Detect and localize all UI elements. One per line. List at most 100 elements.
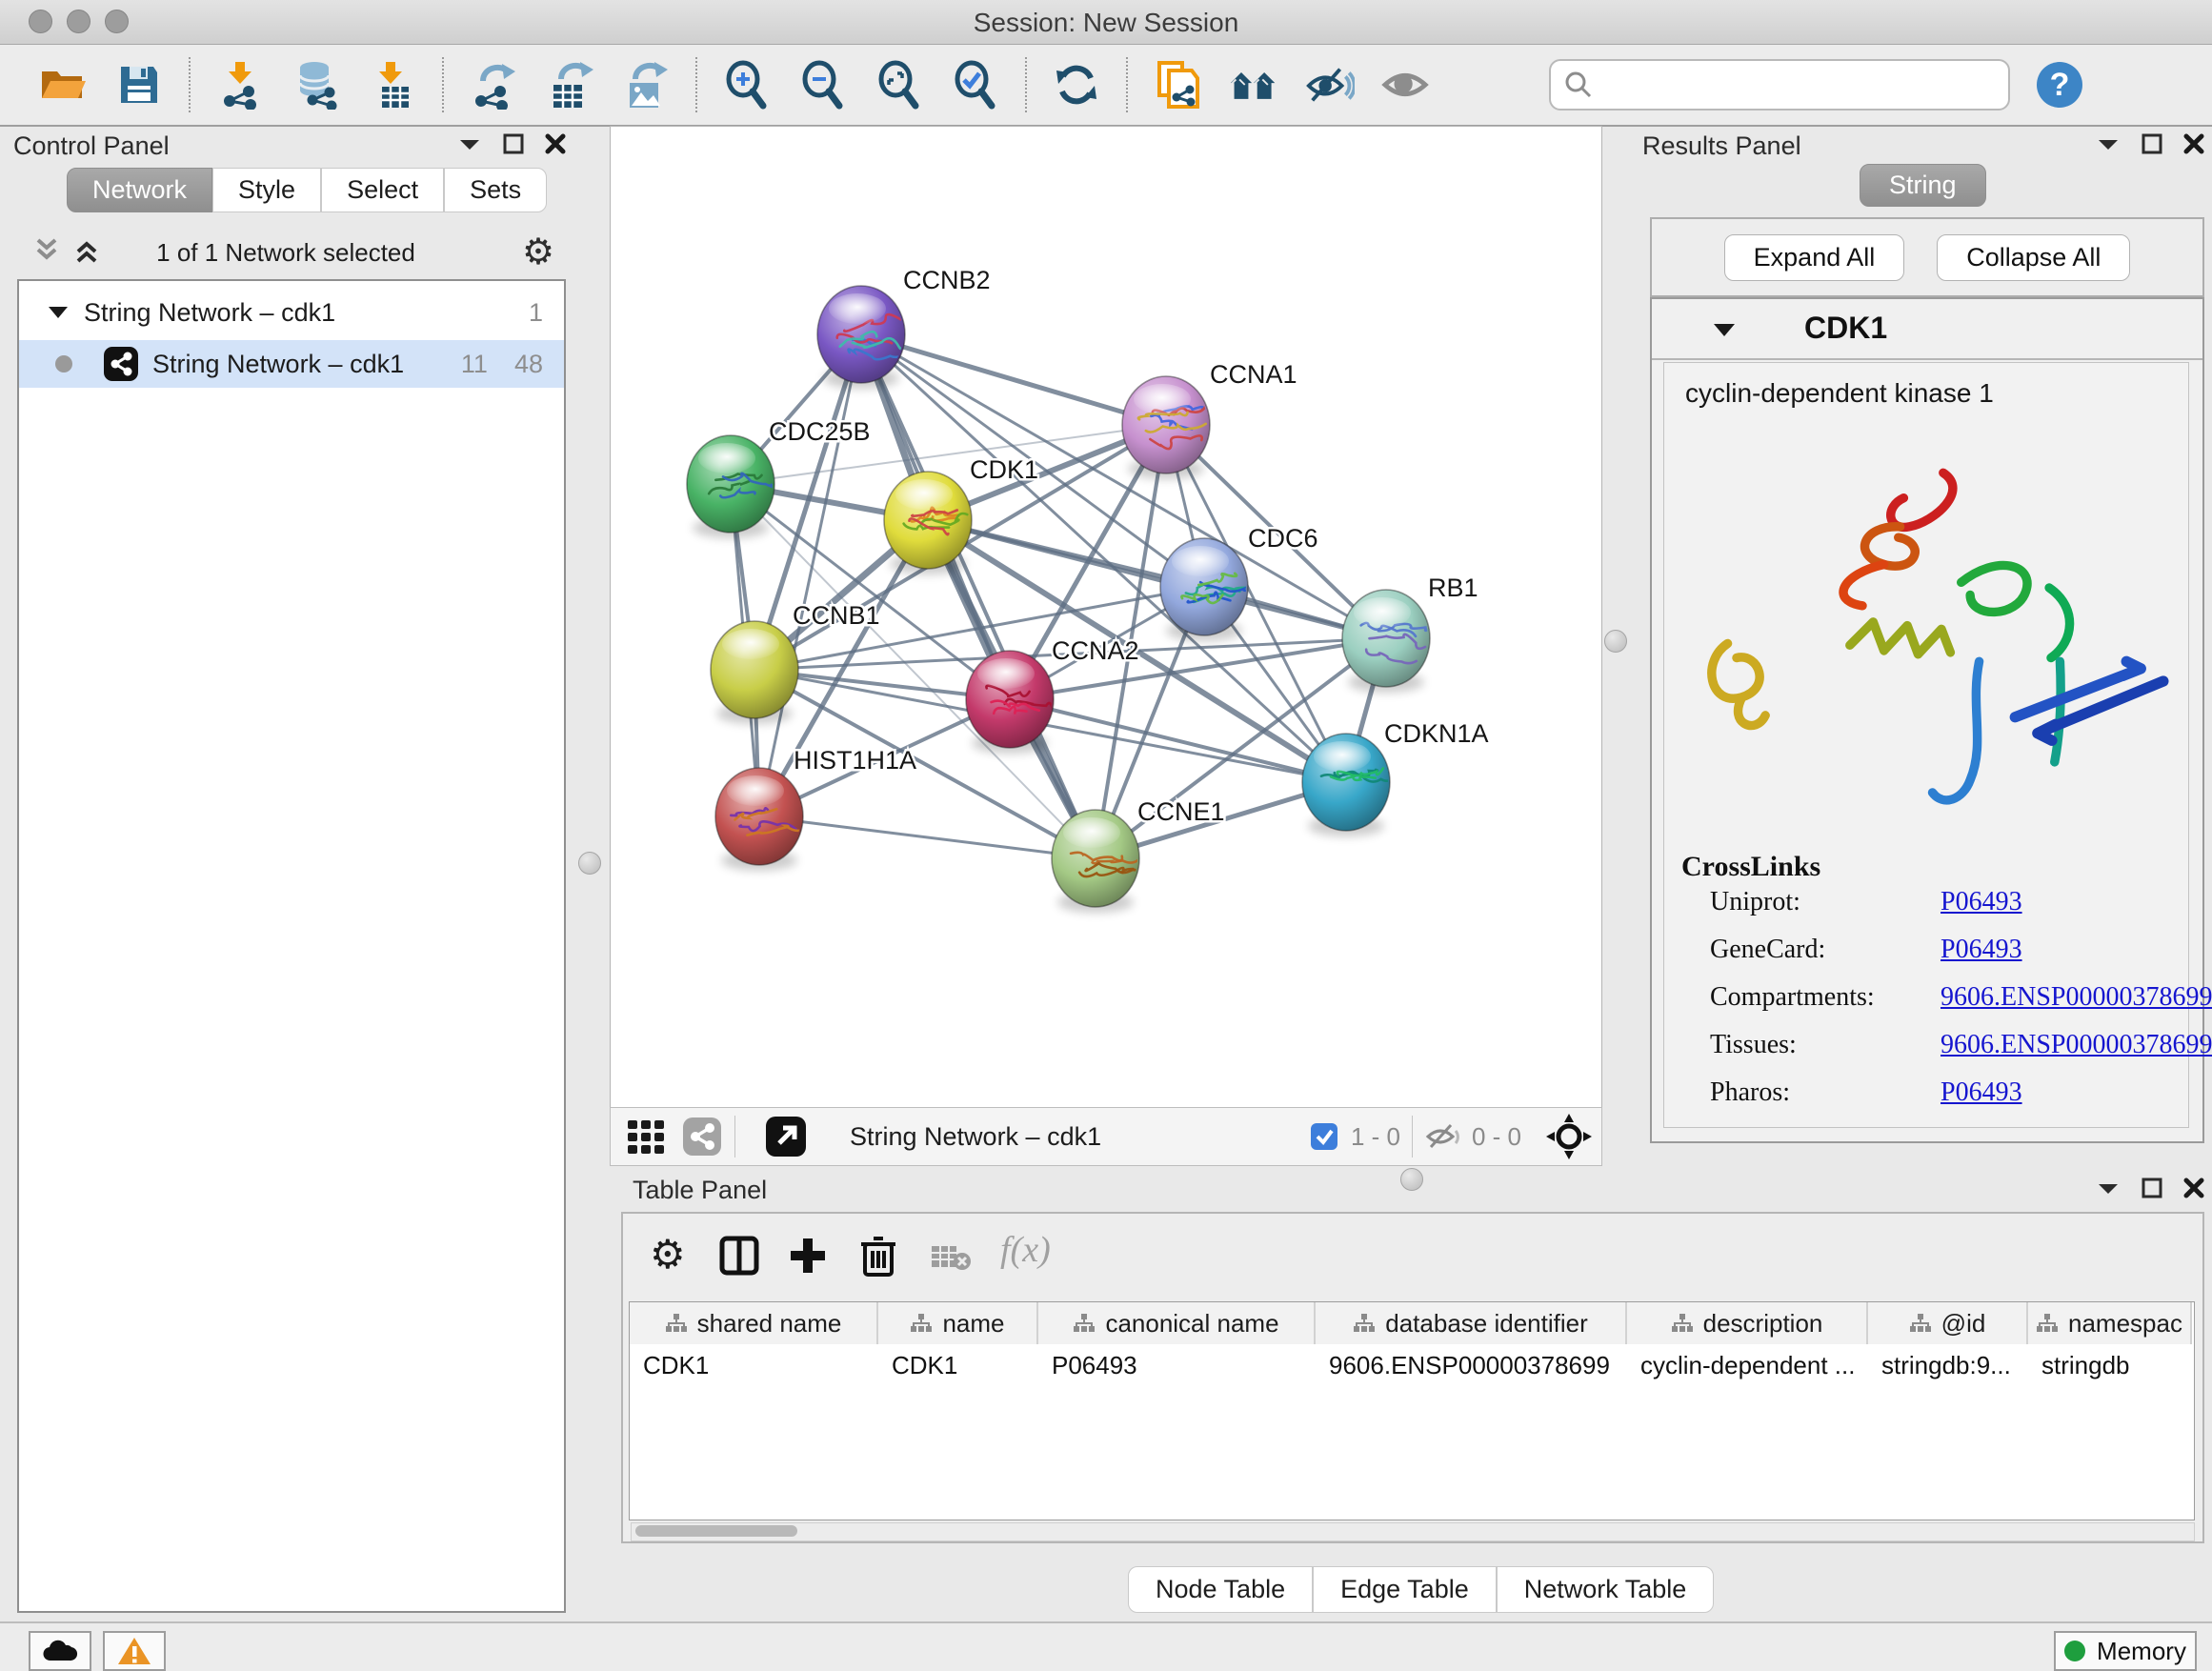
hide-selected-button[interactable] xyxy=(1305,60,1355,110)
table-cell[interactable]: P06493 xyxy=(1038,1346,1316,1384)
network-snapshot-button[interactable] xyxy=(1153,60,1202,110)
import-network-database-button[interactable] xyxy=(292,60,341,110)
network-node[interactable]: CCNA2 xyxy=(966,636,1139,754)
tab-string[interactable]: String xyxy=(1860,164,1986,207)
export-table-button[interactable] xyxy=(545,60,594,110)
column-header[interactable]: canonical name xyxy=(1038,1302,1316,1344)
crosslink-value-link[interactable]: P06493 xyxy=(1941,935,2022,965)
cloud-status-button[interactable] xyxy=(29,1631,91,1671)
tree-expand-icon[interactable] xyxy=(46,303,70,322)
tab-select[interactable]: Select xyxy=(321,168,444,212)
expand-all-button[interactable]: Expand All xyxy=(1724,234,1905,281)
export-network-button[interactable] xyxy=(469,60,518,110)
import-network-file-button[interactable] xyxy=(215,60,265,110)
tab-network-table[interactable]: Network Table xyxy=(1497,1566,1715,1613)
network-options-gear-icon[interactable]: ⚙ xyxy=(522,231,554,273)
close-panel-icon[interactable] xyxy=(2183,1178,2204,1198)
selected-checkbox-icon[interactable] xyxy=(1309,1121,1339,1152)
close-panel-icon[interactable] xyxy=(2183,133,2204,154)
float-panel-icon[interactable] xyxy=(2142,1178,2162,1198)
network-collection-row[interactable]: String Network – cdk1 1 xyxy=(19,289,564,336)
tab-edge-table[interactable]: Edge Table xyxy=(1313,1566,1497,1613)
network-graph[interactable]: CCNB2CCNA1CDC25BCDK1CDC6RB1CCNB1CCNA2CDK… xyxy=(611,127,1601,1108)
close-panel-icon[interactable] xyxy=(545,133,566,154)
collapse-panel-icon[interactable] xyxy=(2096,1179,2121,1197)
float-panel-icon[interactable] xyxy=(503,133,524,154)
tab-network[interactable]: Network xyxy=(67,168,212,212)
column-header[interactable]: name xyxy=(878,1302,1038,1344)
export-image-button[interactable] xyxy=(621,60,671,110)
collapse-all-networks-button[interactable] xyxy=(32,236,61,270)
select-columns-icon[interactable] xyxy=(718,1235,760,1277)
crosslink-value-link[interactable]: P06493 xyxy=(1941,887,2022,917)
column-header[interactable]: description xyxy=(1627,1302,1868,1344)
collapse-panel-icon[interactable] xyxy=(2096,135,2121,152)
left-splitter-handle[interactable] xyxy=(578,852,601,875)
table-cell[interactable]: 9606.ENSP00000378699 xyxy=(1316,1346,1627,1384)
column-header[interactable]: shared name xyxy=(630,1302,878,1344)
network-edge[interactable] xyxy=(759,334,861,816)
table-cell[interactable]: CDK1 xyxy=(878,1346,1038,1384)
search-field[interactable] xyxy=(1549,59,2010,111)
network-node[interactable]: CCNA1 xyxy=(1122,360,1297,479)
table-gear-icon[interactable]: ⚙ xyxy=(650,1231,686,1278)
results-entry-header[interactable]: CDK1 xyxy=(1652,299,2202,360)
hidden-eye-slash-icon[interactable] xyxy=(1424,1121,1462,1152)
network-node[interactable]: CDC6 xyxy=(1160,524,1318,641)
horizontal-scrollbar[interactable] xyxy=(631,1522,2195,1541)
network-node[interactable]: CCNB2 xyxy=(817,266,991,389)
table-cell[interactable]: CDK1 xyxy=(630,1346,878,1384)
import-table-file-button[interactable] xyxy=(368,60,417,110)
string-view-icon[interactable] xyxy=(681,1116,723,1158)
crosslink-value-link[interactable]: P06493 xyxy=(1941,1077,2022,1108)
column-header[interactable]: namespac xyxy=(2028,1302,2192,1344)
column-header[interactable]: database identifier xyxy=(1316,1302,1627,1344)
add-column-icon[interactable] xyxy=(787,1235,829,1277)
network-edge[interactable] xyxy=(759,816,1096,858)
tab-node-table[interactable]: Node Table xyxy=(1128,1566,1313,1613)
zoom-selected-button[interactable] xyxy=(951,60,1000,110)
node-table[interactable]: shared namenamecanonical namedatabase id… xyxy=(629,1301,2195,1520)
horizontal-splitter-handle[interactable] xyxy=(1400,1168,1423,1191)
column-header[interactable]: @id xyxy=(1868,1302,2028,1344)
delete-table-icon[interactable] xyxy=(930,1242,974,1273)
birdseye-crosshair-icon[interactable] xyxy=(1546,1114,1592,1159)
crosslink-value-link[interactable]: 9606.ENSP00000378699 xyxy=(1941,982,2212,1013)
function-builder-icon[interactable]: f(x) xyxy=(1000,1229,1051,1271)
network-node[interactable]: CCNB1 xyxy=(711,601,880,724)
zoom-out-button[interactable] xyxy=(798,60,848,110)
table-cell[interactable]: stringdb:9... xyxy=(1868,1346,2028,1384)
network-node[interactable]: CDKN1A xyxy=(1302,719,1489,836)
right-splitter-handle[interactable] xyxy=(1604,630,1627,653)
table-cell[interactable]: cyclin-dependent ... xyxy=(1627,1346,1868,1384)
tab-sets[interactable]: Sets xyxy=(444,168,547,212)
warnings-button[interactable] xyxy=(103,1631,166,1671)
show-panels-button[interactable] xyxy=(1381,60,1431,110)
delete-column-icon[interactable] xyxy=(857,1233,899,1278)
network-node[interactable]: RB1 xyxy=(1342,574,1478,693)
network-node[interactable]: CCNE1 xyxy=(1052,797,1225,913)
open-in-window-icon[interactable] xyxy=(764,1115,808,1158)
save-session-button[interactable] xyxy=(114,60,164,110)
expand-all-networks-button[interactable] xyxy=(72,236,101,270)
zoom-in-button[interactable] xyxy=(722,60,772,110)
search-input[interactable] xyxy=(1602,65,2008,105)
table-cell[interactable]: stringdb xyxy=(2028,1346,2192,1384)
collapse-all-button[interactable]: Collapse All xyxy=(1937,234,2130,281)
network-canvas[interactable]: CCNB2CCNA1CDC25BCDK1CDC6RB1CCNB1CCNA2CDK… xyxy=(610,126,1602,1109)
open-session-button[interactable] xyxy=(38,60,88,110)
network-node[interactable]: HIST1H1A xyxy=(715,746,916,871)
tab-style[interactable]: Style xyxy=(212,168,321,212)
zoom-fit-button[interactable] xyxy=(875,60,924,110)
grid-view-icon[interactable] xyxy=(624,1115,668,1158)
float-panel-icon[interactable] xyxy=(2142,133,2162,154)
memory-button[interactable]: Memory xyxy=(2054,1631,2197,1671)
refresh-view-button[interactable] xyxy=(1052,60,1101,110)
help-button[interactable]: ? xyxy=(2035,60,2084,110)
network-row-selected[interactable]: String Network – cdk1 11 48 xyxy=(19,340,564,388)
scrollbar-thumb[interactable] xyxy=(635,1525,797,1537)
nested-networks-button[interactable] xyxy=(1229,60,1278,110)
entry-collapse-icon[interactable] xyxy=(1711,320,1738,339)
collapse-panel-icon[interactable] xyxy=(457,135,482,152)
network-edge[interactable] xyxy=(861,334,1166,425)
